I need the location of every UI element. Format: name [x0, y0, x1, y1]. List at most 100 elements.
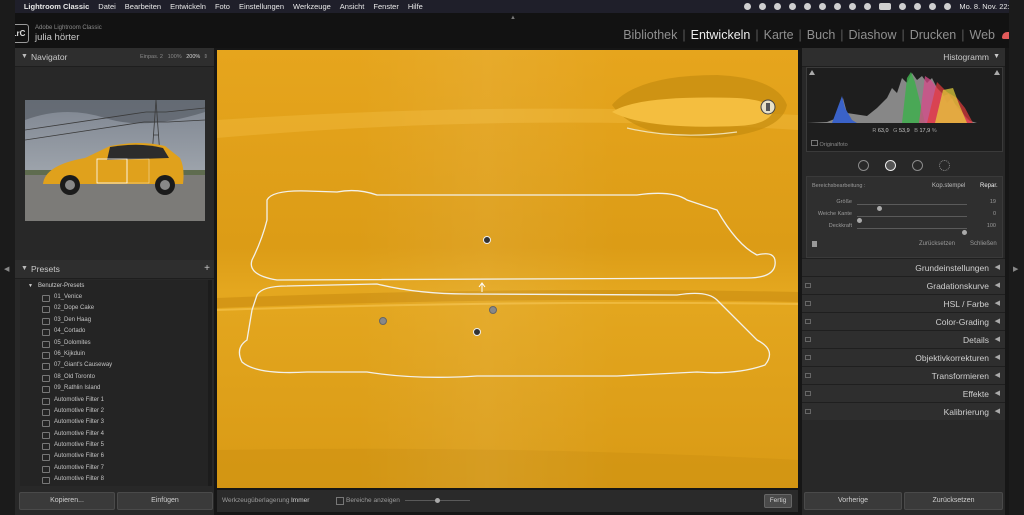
- preset-item[interactable]: Automotive Filter 8: [20, 474, 208, 485]
- histogram-header[interactable]: Histogramm ▼: [802, 48, 1005, 67]
- preset-item[interactable]: 09_Rathlin Island: [20, 383, 208, 394]
- zoom-more-icon[interactable]: ⇕: [203, 54, 208, 60]
- feather-slider[interactable]: Weiche Kante 0: [807, 211, 1002, 223]
- preset-item[interactable]: Automotive Filter 6: [20, 451, 208, 462]
- section-gradationskurve[interactable]: Gradationskurve ◀: [802, 276, 1005, 294]
- size-value[interactable]: 19: [990, 199, 996, 205]
- menu-fenster[interactable]: Fenster: [373, 2, 398, 11]
- zoom-200[interactable]: 200%: [186, 54, 200, 60]
- heal-mode[interactable]: Repar.: [980, 183, 998, 189]
- status-icon[interactable]: [789, 3, 797, 10]
- navigator-header[interactable]: ▼ Navigator Einpas. 2 100% 200% ⇕: [15, 48, 214, 67]
- preset-item[interactable]: 04_Cortado: [20, 326, 208, 337]
- status-icon[interactable]: [759, 3, 767, 10]
- module-diashow[interactable]: Diashow: [849, 28, 897, 42]
- zoom-fit[interactable]: Einpas. 2: [140, 54, 163, 60]
- collapse-left-icon[interactable]: ◀: [4, 265, 9, 273]
- preset-item[interactable]: Automotive Filter 3: [20, 417, 208, 428]
- menu-app[interactable]: Lightroom Classic: [24, 2, 89, 11]
- section-effekte[interactable]: Effekte ◀: [802, 384, 1005, 402]
- menu-datei[interactable]: Datei: [98, 2, 116, 11]
- menu-entwickeln[interactable]: Entwickeln: [170, 2, 206, 11]
- menu-werkzeuge[interactable]: Werkzeuge: [293, 2, 331, 11]
- spot-pin[interactable]: [483, 236, 491, 244]
- module-bibliothek[interactable]: Bibliothek: [623, 28, 677, 42]
- section-details[interactable]: Details ◀: [802, 330, 1005, 348]
- status-icon[interactable]: [774, 3, 782, 10]
- siri-icon[interactable]: [944, 3, 952, 10]
- preset-item[interactable]: 06_Kijkduin: [20, 349, 208, 360]
- preset-item[interactable]: Automotive Filter 1: [20, 395, 208, 406]
- masking-icon[interactable]: [938, 159, 950, 171]
- toggle-switch-icon[interactable]: [812, 241, 817, 247]
- visualize-slider[interactable]: [405, 498, 470, 503]
- done-button[interactable]: Fertig: [764, 494, 792, 508]
- preset-folder[interactable]: ▼ Benutzer-Presets: [20, 280, 208, 292]
- toggle-switch-icon[interactable]: [805, 355, 811, 360]
- copy-button[interactable]: Kopieren...: [19, 492, 115, 510]
- slider-knob[interactable]: [435, 498, 440, 503]
- toggle-switch-icon[interactable]: [805, 391, 811, 396]
- overlay-select[interactable]: Immer: [291, 497, 309, 504]
- section-transformieren[interactable]: Transformieren ◀: [802, 366, 1005, 384]
- toggle-switch-icon[interactable]: [805, 283, 811, 288]
- menu-hilfe[interactable]: Hilfe: [408, 2, 423, 11]
- navigator-preview[interactable]: [24, 99, 206, 221]
- spot-removal-icon[interactable]: [884, 159, 896, 171]
- zoom-100[interactable]: 100%: [168, 54, 182, 60]
- photo-canvas[interactable]: [217, 50, 798, 488]
- spot-pin[interactable]: [379, 317, 387, 325]
- preset-item[interactable]: 01_Venice: [20, 292, 208, 303]
- status-icon[interactable]: [834, 3, 842, 10]
- status-icon[interactable]: [819, 3, 827, 10]
- section-hsl-farbe[interactable]: HSL / Farbe ◀: [802, 294, 1005, 312]
- preset-item[interactable]: 02_Dope Cake: [20, 303, 208, 314]
- slider-knob[interactable]: [962, 230, 967, 235]
- preset-item[interactable]: 07_Giant's Causeway: [20, 360, 208, 371]
- histogram[interactable]: R 63,0 G 53,9 B 17,9 % Originalfoto: [806, 67, 1003, 152]
- original-photo-checkbox[interactable]: [811, 140, 818, 146]
- preset-scrollbar[interactable]: [208, 280, 212, 486]
- show-spots-checkbox[interactable]: [336, 497, 344, 505]
- module-drucken[interactable]: Drucken: [910, 28, 957, 42]
- shadow-clip-icon[interactable]: [809, 70, 815, 75]
- opacity-slider[interactable]: Deckkraft 100: [807, 223, 1002, 235]
- status-icon[interactable]: [804, 3, 812, 10]
- previous-button[interactable]: Vorherige: [804, 492, 902, 510]
- preset-item[interactable]: 05_Dolomites: [20, 338, 208, 349]
- control-center-icon[interactable]: [929, 3, 937, 10]
- opacity-value[interactable]: 100: [987, 223, 996, 229]
- section-kalibrierung[interactable]: Kalibrierung ◀: [802, 402, 1005, 420]
- highlight-clip-icon[interactable]: [994, 70, 1000, 75]
- collapse-top-icon[interactable]: ▲: [510, 15, 516, 21]
- preset-item[interactable]: Automotive Filter 7: [20, 463, 208, 474]
- collapse-right-icon[interactable]: ▶: [1013, 265, 1018, 273]
- reset-button[interactable]: Zurücksetzen: [904, 492, 1003, 510]
- preset-item[interactable]: Automotive Filter 2: [20, 406, 208, 417]
- red-eye-icon[interactable]: [911, 159, 923, 171]
- feather-value[interactable]: 0: [993, 211, 996, 217]
- preset-item[interactable]: 08_Old Toronto: [20, 372, 208, 383]
- module-buch[interactable]: Buch: [807, 28, 836, 42]
- spot-pin[interactable]: [473, 328, 481, 336]
- clone-mode[interactable]: Kop.stempel: [932, 183, 965, 189]
- menu-foto[interactable]: Foto: [215, 2, 230, 11]
- spot-reset-button[interactable]: Zurücksetzen: [919, 241, 955, 247]
- bluetooth-icon[interactable]: [864, 3, 872, 10]
- section-color-grading[interactable]: Color-Grading ◀: [802, 312, 1005, 330]
- toggle-switch-icon[interactable]: [805, 301, 811, 306]
- presets-header[interactable]: ▼ Presets +: [15, 260, 214, 279]
- size-slider[interactable]: Größe 19: [807, 199, 1002, 211]
- original-photo[interactable]: Originalfoto: [811, 140, 848, 148]
- status-icon[interactable]: [744, 3, 752, 10]
- module-web[interactable]: Web: [970, 28, 995, 42]
- section-grundeinstellungen[interactable]: Grundeinstellungen ◀: [802, 258, 1005, 276]
- wifi-icon[interactable]: [899, 3, 907, 10]
- toggle-switch-icon[interactable]: [805, 337, 811, 342]
- menu-bearbeiten[interactable]: Bearbeiten: [125, 2, 161, 11]
- preset-item[interactable]: Automotive Filter 5: [20, 440, 208, 451]
- spot-pin[interactable]: [489, 306, 497, 314]
- battery-icon[interactable]: [879, 3, 892, 10]
- paste-button[interactable]: Einfügen: [117, 492, 213, 510]
- spot-close-button[interactable]: Schließen: [970, 241, 997, 247]
